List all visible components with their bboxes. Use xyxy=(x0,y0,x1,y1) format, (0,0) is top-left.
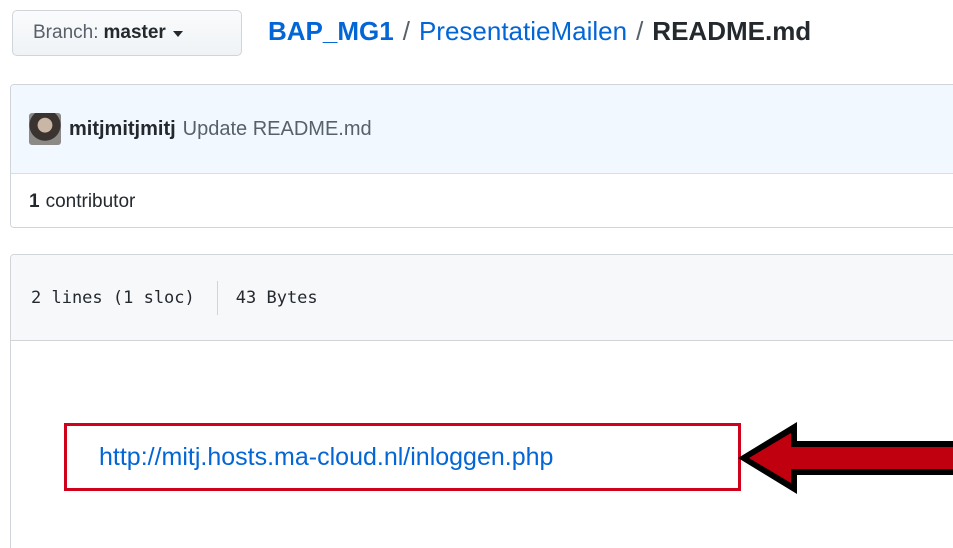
breadcrumb-folder-link[interactable]: PresentatieMailen xyxy=(419,16,627,47)
contributor-label: contributor xyxy=(45,190,136,212)
breadcrumb-repo-link[interactable]: BAP_MG1 xyxy=(268,16,394,47)
readme-url-link[interactable]: http://mitj.hosts.ma-cloud.nl/inloggen.p… xyxy=(99,443,553,472)
commit-author-link[interactable]: mitjmitjmitj xyxy=(69,118,176,141)
branch-name: master xyxy=(103,22,166,43)
file-viewer: 2 lines (1 sloc) 43 Bytes http://mitj.ho… xyxy=(10,254,953,548)
commit-message-link[interactable]: Update README.md xyxy=(183,118,372,141)
contributor-count: 1 xyxy=(29,190,40,212)
file-size: 43 Bytes xyxy=(235,287,318,308)
breadcrumb-separator: / xyxy=(636,15,644,46)
breadcrumb: BAP_MG1 / PresentatieMailen / README.md xyxy=(268,10,811,52)
file-line-count: 2 lines (1 sloc) xyxy=(31,287,195,308)
link-highlight-box: http://mitj.hosts.ma-cloud.nl/inloggen.p… xyxy=(64,423,741,491)
breadcrumb-file-name: README.md xyxy=(652,15,812,46)
breadcrumb-separator: / xyxy=(402,15,410,46)
file-info-divider xyxy=(216,280,218,315)
latest-commit: mitjmitjmitj Update README.md xyxy=(11,85,953,174)
file-header: 2 lines (1 sloc) 43 Bytes xyxy=(11,255,953,341)
avatar[interactable] xyxy=(29,113,61,145)
branch-select-button[interactable]: Branch: master xyxy=(12,10,242,56)
commit-info-box: mitjmitjmitj Update README.md 1 contribu… xyxy=(10,84,953,228)
branch-prefix-label: Branch: xyxy=(33,22,99,43)
contributors-summary[interactable]: 1 contributor xyxy=(11,174,953,227)
chevron-down-icon xyxy=(172,31,183,37)
left-arrow-icon xyxy=(738,422,953,494)
